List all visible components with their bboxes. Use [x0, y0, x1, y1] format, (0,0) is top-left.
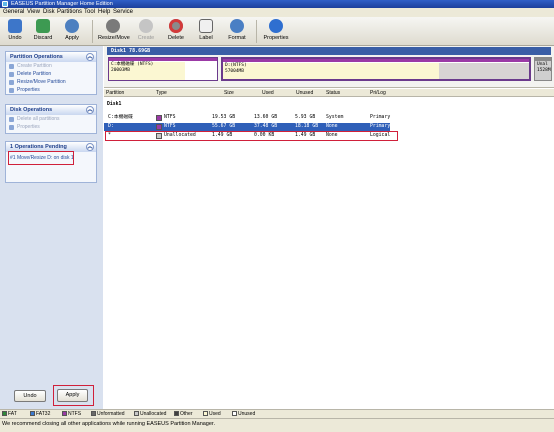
legend-fat32: FAT32 [30, 410, 50, 418]
menu-bar: General View Disk Partitions Tool Help S… [0, 8, 554, 17]
menu-help[interactable]: Help [98, 8, 110, 17]
undo-button[interactable]: Undo [4, 18, 26, 45]
fat-swatch [2, 411, 7, 417]
ntfs-swatch [156, 115, 162, 121]
table-header: Partition Type Size Used Unused Status P… [104, 89, 554, 97]
unallocated-swatch [134, 411, 139, 417]
resize-move-partition-icon [9, 80, 14, 85]
create-icon [139, 19, 153, 33]
partition-table: Partition Type Size Used Unused Status P… [104, 89, 554, 409]
column-size[interactable]: Size [224, 89, 234, 97]
label-icon [199, 19, 213, 33]
undo-icon [8, 19, 22, 33]
apply-icon [65, 19, 79, 33]
ntfs-swatch [62, 411, 67, 417]
legend-bar: FAT FAT32 NTFS Unformatted Unallocated O… [0, 409, 554, 418]
delete-all-icon [9, 117, 14, 122]
resize-move-icon [106, 19, 120, 33]
create-button[interactable]: Create [134, 18, 158, 45]
collapse-icon[interactable]: ︽ [86, 53, 94, 61]
create-partition-icon [9, 64, 14, 69]
format-icon [230, 19, 244, 33]
disk-properties-link[interactable]: Properties [6, 123, 96, 131]
legend-other: Other [174, 410, 193, 418]
partition-properties-link[interactable]: Properties [6, 86, 96, 94]
resize-move-button[interactable]: Resize/Move [98, 18, 130, 45]
table-row-selected[interactable]: D: NTFS 55.67 GB 37.48 GB 18.18 GB None … [104, 123, 390, 131]
format-button[interactable]: Format [224, 18, 250, 45]
discard-icon [36, 19, 50, 33]
highlight-box [53, 385, 94, 406]
title-bar: EASEUS Partition Manager Home Edition [0, 0, 554, 8]
delete-partition-link[interactable]: Delete Partition [6, 70, 96, 78]
unused-swatch [232, 411, 237, 417]
partition-operations-group: Partition Operations ︽ Create Partition … [5, 51, 97, 95]
table-row[interactable]: C:本機磁碟 NTFS 19.53 GB 13.60 GB 5.93 GB Sy… [104, 114, 554, 122]
properties-icon [269, 19, 283, 33]
toolbar-separator [256, 20, 257, 43]
partition-block-unallocated[interactable]: Unal 1528M [534, 57, 552, 81]
legend-fat: FAT [2, 410, 17, 418]
delete-button[interactable]: Delete [164, 18, 188, 45]
disk-map: Disk1 78.69GB C:本機磁碟 (NTFS) 20003MB D:(NT… [104, 46, 554, 88]
collapse-icon[interactable]: ︽ [86, 143, 94, 151]
menu-disk[interactable]: Disk [43, 8, 55, 17]
undo-sidebar-button[interactable]: Undo [14, 390, 46, 402]
other-swatch [174, 411, 179, 417]
properties-icon [9, 125, 14, 130]
partition-operations-header[interactable]: Partition Operations ︽ [6, 52, 96, 62]
app-icon [2, 1, 8, 7]
legend-used: Used [203, 410, 221, 418]
unformatted-swatch [91, 411, 96, 417]
ntfs-swatch [156, 124, 162, 130]
toolbar-separator [92, 20, 93, 43]
fat32-swatch [30, 411, 35, 417]
menu-view[interactable]: View [27, 8, 40, 17]
operations-panel: Partition Operations ︽ Create Partition … [0, 46, 103, 409]
label-button[interactable]: Label [194, 18, 218, 45]
create-partition-link[interactable]: Create Partition [6, 62, 96, 70]
menu-general[interactable]: General [3, 8, 24, 17]
legend-ntfs: NTFS [62, 410, 81, 418]
disk-operations-header[interactable]: Disk Operations ︽ [6, 105, 96, 115]
discard-button[interactable]: Discard [30, 18, 56, 45]
status-message: We recommend closing all other applicati… [2, 421, 215, 427]
toolbar: Undo Discard Apply Resize/Move Create De… [0, 17, 554, 46]
delete-all-partitions-link[interactable]: Delete all partitions [6, 115, 96, 123]
partition-block-d[interactable]: D:(NTFS) 57004MB [221, 57, 531, 81]
used-swatch [203, 411, 208, 417]
highlight-box [105, 131, 398, 141]
window-title: EASEUS Partition Manager Home Edition [11, 1, 113, 7]
highlight-box [8, 151, 74, 165]
menu-service[interactable]: Service [113, 8, 133, 17]
partition-block-c[interactable]: C:本機磁碟 (NTFS) 20003MB [108, 57, 218, 81]
column-prilog[interactable]: Pri/Log [370, 89, 386, 97]
delete-icon [169, 19, 183, 33]
column-status[interactable]: Status [326, 89, 340, 97]
collapse-icon[interactable]: ︽ [86, 106, 94, 114]
disk-operations-group: Disk Operations ︽ Delete all partitions … [5, 104, 97, 134]
menu-tool[interactable]: Tool [84, 8, 95, 17]
disk-header[interactable]: Disk1 78.69GB [107, 47, 551, 55]
column-used[interactable]: Used [262, 89, 274, 97]
properties-button[interactable]: Properties [262, 18, 290, 45]
status-bar: We recommend closing all other applicati… [0, 418, 554, 432]
apply-toolbar-button[interactable]: Apply [60, 18, 84, 45]
resize-move-partition-link[interactable]: Resize/Move Partition [6, 78, 96, 86]
column-type[interactable]: Type [156, 89, 167, 97]
disk-label-row[interactable]: Disk1 [104, 101, 554, 109]
properties-icon [9, 88, 14, 93]
delete-partition-icon [9, 72, 14, 77]
legend-unallocated: Unallocated [134, 410, 166, 418]
column-partition[interactable]: Partition [106, 89, 124, 97]
menu-partitions[interactable]: Partitions [57, 8, 82, 17]
legend-unformatted: Unformatted [91, 410, 125, 418]
legend-unused: Unused [232, 410, 255, 418]
column-unused[interactable]: Unused [296, 89, 313, 97]
